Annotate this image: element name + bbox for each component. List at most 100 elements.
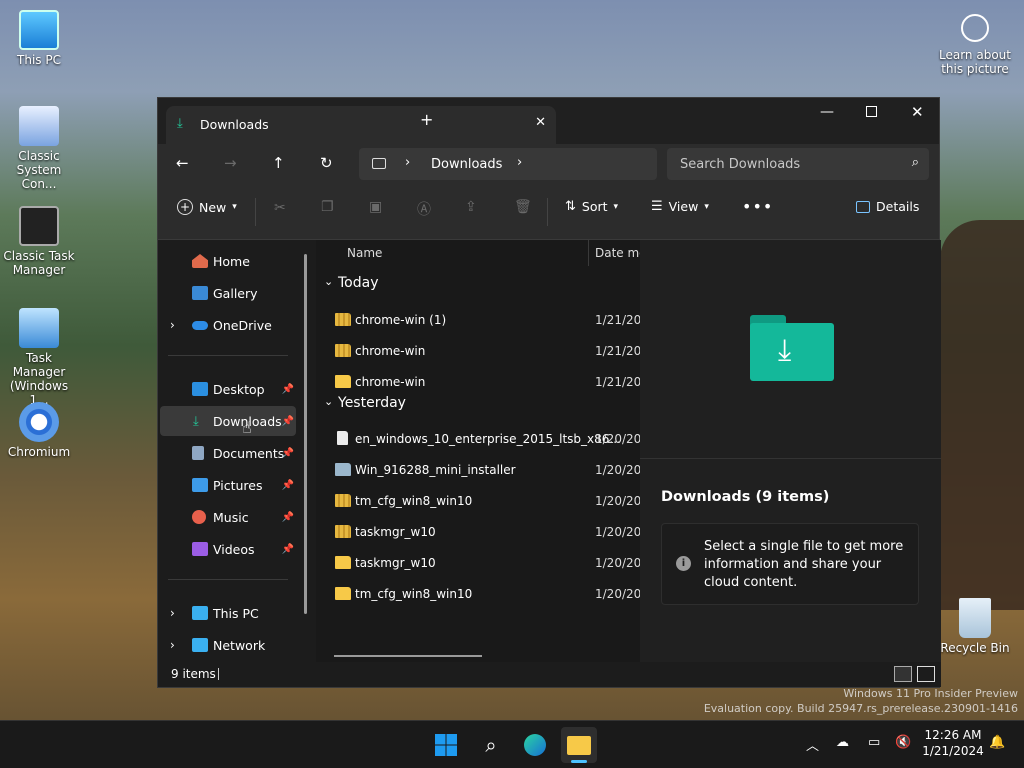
up-icon[interactable]: ↑ — [272, 154, 285, 172]
rename-icon[interactable]: Ⓐ — [417, 199, 431, 219]
column-label: Name — [347, 246, 383, 260]
nav-label: Network — [213, 637, 266, 653]
desktop-icon-recycle-bin[interactable]: Recycle Bin — [937, 598, 1013, 655]
file-date: 1/20/2024 — [595, 494, 640, 508]
nav-item-videos[interactable]: Videos 📌 — [160, 534, 296, 564]
nav-item-network[interactable]: › Network — [160, 630, 296, 660]
status-divider — [218, 668, 219, 680]
desktop-icon-task-manager[interactable]: Task Manager (Windows 1... — [1, 308, 77, 407]
close-button[interactable]: ✕ — [911, 103, 924, 121]
chevron-up-icon[interactable]: ︿ — [806, 735, 819, 754]
file-date: 1/20/2024 — [595, 556, 640, 570]
file-row[interactable]: taskmgr_w10 1/20/2024 — [316, 548, 640, 578]
mouse-cursor: ☝ — [242, 418, 252, 437]
downloads-icon: ⤓ — [193, 413, 199, 429]
breadcrumb[interactable]: › Downloads › — [359, 148, 657, 180]
active-indicator — [571, 760, 587, 763]
learn-about-label: Learn about this picture — [939, 48, 1011, 76]
documents-icon — [192, 446, 204, 460]
tab-close-icon[interactable]: ✕ — [535, 115, 546, 130]
desktop-icon-this-pc[interactable]: This PC — [1, 10, 77, 67]
tab-title: Downloads — [200, 117, 269, 132]
chevron-right-icon[interactable]: › — [170, 318, 175, 332]
pin-icon[interactable]: 📌 — [282, 544, 294, 555]
onedrive-offline-icon[interactable]: ☁ — [836, 735, 849, 750]
edge-icon — [524, 734, 546, 756]
search-placeholder[interactable]: Search Downloads — [680, 157, 800, 172]
nav-item-this-pc[interactable]: › This PC — [160, 598, 296, 628]
file-row[interactable]: chrome-win 1/21/2024 — [316, 367, 640, 397]
search-button[interactable]: ⌕ — [473, 727, 509, 763]
sort-button[interactable]: ⇅ Sort ▾ — [565, 199, 618, 214]
pin-icon[interactable]: 📌 — [282, 480, 294, 491]
back-icon[interactable]: ← — [176, 154, 189, 172]
nav-label: Home — [213, 253, 250, 269]
pin-icon[interactable]: 📌 — [282, 416, 294, 427]
nav-item-music[interactable]: Music 📌 — [160, 502, 296, 532]
chevron-right-icon[interactable]: › — [517, 155, 522, 170]
view-button[interactable]: ☰ View ▾ — [651, 199, 709, 214]
refresh-icon[interactable]: ↻ — [320, 154, 333, 172]
chevron-right-icon[interactable]: › — [170, 638, 175, 652]
new-tab-button[interactable]: + — [420, 110, 433, 129]
column-header-name[interactable]: Name — [316, 240, 589, 266]
horizontal-scrollbar[interactable] — [334, 655, 482, 657]
tiles-view-icon[interactable] — [917, 666, 935, 682]
nav-item-gallery[interactable]: Gallery — [160, 278, 296, 308]
file-explorer-app-button[interactable] — [561, 727, 597, 763]
minimize-button[interactable]: — — [820, 104, 834, 120]
nav-item-pictures[interactable]: Pictures 📌 — [160, 470, 296, 500]
file-row[interactable]: tm_cfg_win8_win10 1/20/2024 — [316, 579, 640, 609]
chevron-right-icon[interactable]: › — [170, 606, 175, 620]
copy-icon[interactable]: ❐ — [321, 199, 334, 215]
share-icon[interactable]: ⇪ — [465, 199, 477, 215]
edge-app-button[interactable] — [517, 727, 553, 763]
cut-icon[interactable]: ✂ — [274, 200, 286, 216]
pin-icon[interactable]: 📌 — [282, 512, 294, 523]
desktop-icon-classic-system-control[interactable]: Classic System Con... — [1, 106, 77, 191]
volume-muted-icon[interactable]: 🔇 — [895, 735, 911, 750]
group-header-today[interactable]: ⌄ Today — [316, 272, 640, 296]
pin-icon[interactable]: 📌 — [282, 448, 294, 459]
file-row[interactable]: tm_cfg_win8_win10 1/20/2024 — [316, 486, 640, 516]
sort-icon: ⇅ — [565, 199, 576, 214]
details-button[interactable]: Details — [856, 199, 919, 214]
delete-icon[interactable]: 🗑 — [514, 199, 532, 215]
start-button[interactable] — [428, 727, 464, 763]
desktop-icon-classic-task-manager[interactable]: Classic Task Manager — [1, 206, 77, 277]
nav-item-onedrive[interactable]: › OneDrive — [160, 310, 296, 340]
nav-scrollbar[interactable] — [304, 254, 307, 614]
more-options-icon[interactable]: ••• — [742, 197, 773, 216]
details-view-icon[interactable] — [894, 666, 912, 682]
downloads-icon: ⤓ — [177, 116, 183, 131]
search-box[interactable]: Search Downloads ⌕ — [667, 148, 929, 180]
learn-about-picture[interactable]: Learn about this picture — [936, 14, 1014, 76]
file-row[interactable]: chrome-win 1/21/2024 — [316, 336, 640, 366]
file-row[interactable]: chrome-win (1) 1/21/2024 — [316, 305, 640, 335]
nav-item-home[interactable]: Home — [160, 246, 296, 276]
nav-label: Music — [213, 509, 249, 525]
nav-item-documents[interactable]: Documents 📌 — [160, 438, 296, 468]
file-date: 1/20/2024 — [595, 525, 640, 539]
desktop-icon-chromium[interactable]: Chromium — [1, 402, 77, 459]
paste-icon[interactable]: ▣ — [369, 199, 382, 215]
tab-downloads[interactable]: ⤓ Downloads ✕ — [166, 106, 556, 144]
network-icon[interactable]: ▭ — [868, 735, 880, 750]
window-body: Home Gallery › OneDrive Desktop 📌 ⤓ Down… — [158, 240, 941, 664]
pin-icon[interactable]: 📌 — [282, 384, 294, 395]
watermark: Windows 11 Pro Insider Preview Evaluatio… — [704, 686, 1018, 716]
column-header-date[interactable]: Date mo — [590, 240, 640, 266]
file-row[interactable]: en_windows_10_enterprise_2015_ltsb_x86..… — [316, 424, 640, 454]
new-button[interactable]: + New ▾ — [177, 199, 237, 215]
notification-bell-icon[interactable]: 🔔 — [989, 735, 1005, 750]
group-label: Yesterday — [338, 395, 406, 411]
clock[interactable]: 12:26 AM 1/21/2024 — [920, 727, 986, 759]
details-pane-icon — [856, 200, 870, 213]
nav-item-downloads[interactable]: ⤓ Downloads 📌 — [160, 406, 296, 436]
nav-item-desktop[interactable]: Desktop 📌 — [160, 374, 296, 404]
maximize-button[interactable] — [866, 106, 877, 117]
forward-icon[interactable]: → — [224, 154, 237, 172]
file-row[interactable]: taskmgr_w10 1/20/2024 — [316, 517, 640, 547]
file-row[interactable]: Win_916288_mini_installer 1/20/2024 — [316, 455, 640, 485]
breadcrumb-current[interactable]: Downloads — [431, 157, 502, 172]
